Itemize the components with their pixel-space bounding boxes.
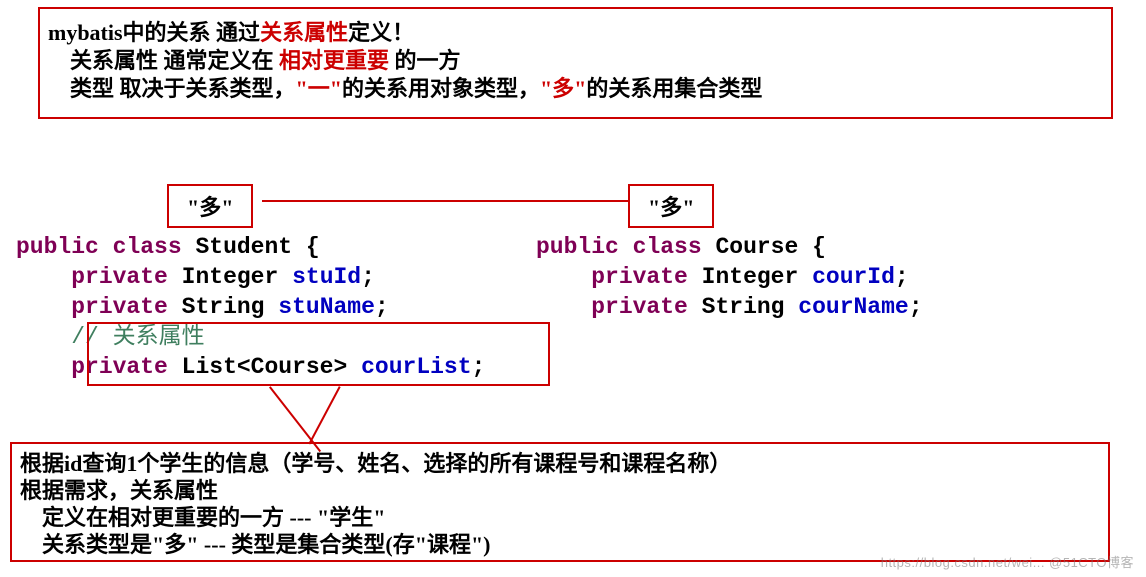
watermark: https://blog.csdn.net/wei... @51CTO博客	[881, 552, 1134, 571]
many-label-right: "多"	[628, 184, 714, 228]
many-label-left: "多"	[167, 184, 253, 228]
top-line-2: 关系属性 通常定义在 相对更重要 的一方	[48, 47, 1103, 75]
relation-property-box	[87, 322, 550, 386]
bottom-line-1: 根据id查询1个学生的信息（学号、姓名、选择的所有课程号和课程名称）	[20, 450, 1100, 477]
student-line-2: private Integer stuId;	[16, 262, 485, 292]
course-line-3: private String courName;	[536, 292, 923, 322]
arrow-line-2	[309, 386, 341, 444]
course-line-2: private Integer courId;	[536, 262, 923, 292]
student-line-3: private String stuName;	[16, 292, 485, 322]
bottom-line-3: 定义在相对更重要的一方 --- "学生"	[20, 504, 1100, 531]
course-code-block: public class Course { private Integer co…	[536, 232, 923, 322]
top-line-1: mybatis中的关系 通过关系属性定义！	[48, 19, 1103, 47]
top-explanation-box: mybatis中的关系 通过关系属性定义！ 关系属性 通常定义在 相对更重要 的…	[38, 7, 1113, 119]
student-line-1: public class Student {	[16, 232, 485, 262]
course-line-1: public class Course {	[536, 232, 923, 262]
bottom-line-2: 根据需求，关系属性	[20, 477, 1100, 504]
bottom-explanation-box: 根据id查询1个学生的信息（学号、姓名、选择的所有课程号和课程名称） 根据需求，…	[10, 442, 1110, 562]
many-connector-line	[262, 200, 628, 202]
top-line-3: 类型 取决于关系类型，"一"的关系用对象类型，"多"的关系用集合类型	[48, 75, 1103, 103]
